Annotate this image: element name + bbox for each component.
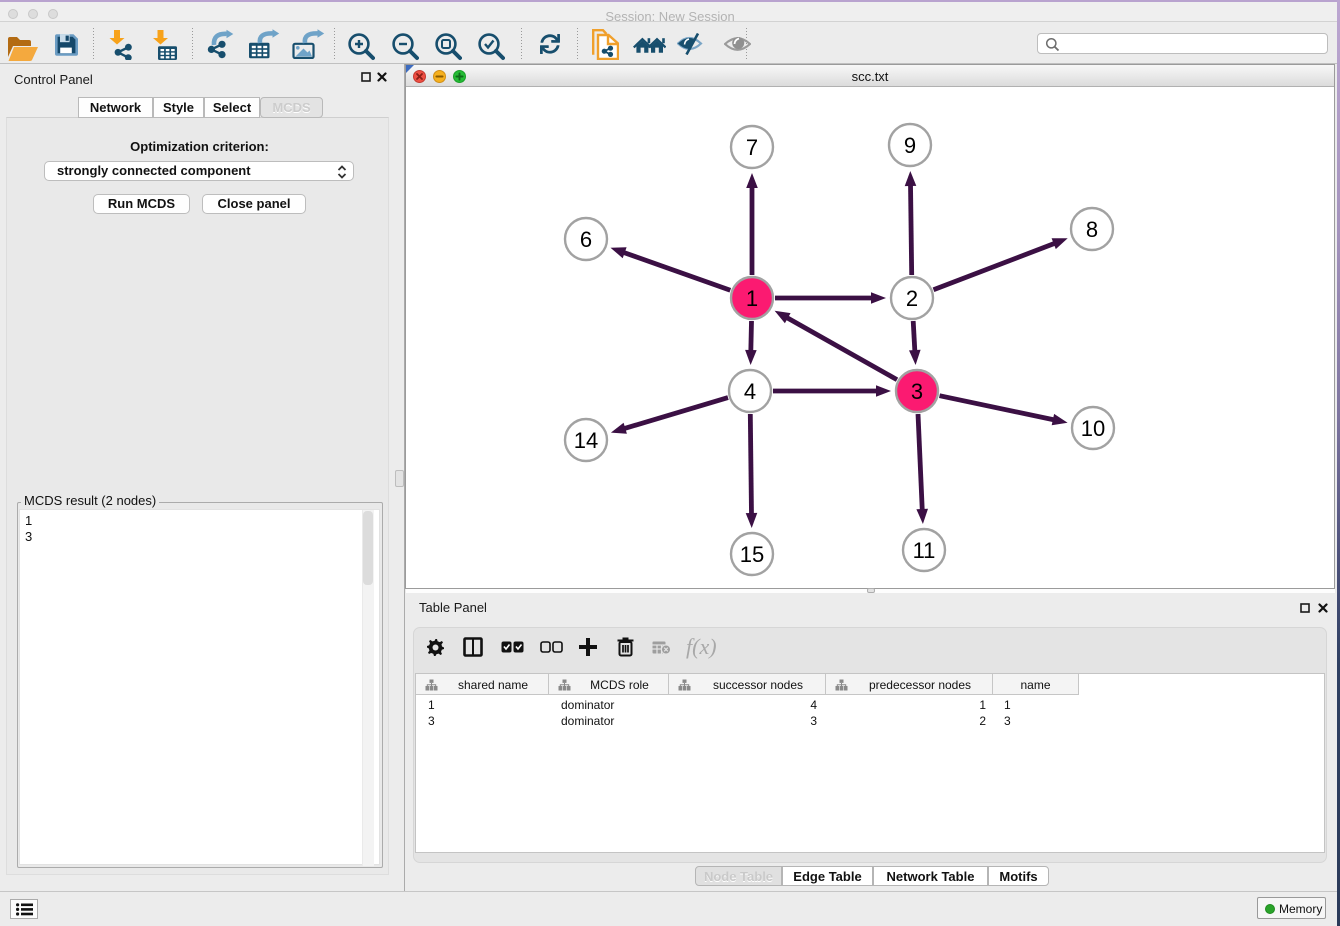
- svg-text:7: 7: [746, 135, 758, 160]
- svg-text:2: 2: [906, 286, 918, 311]
- svg-text:9: 9: [904, 133, 916, 158]
- svg-text:6: 6: [580, 227, 592, 252]
- svg-text:14: 14: [574, 428, 598, 453]
- svg-text:3: 3: [911, 379, 923, 404]
- svg-text:4: 4: [744, 379, 756, 404]
- svg-text:8: 8: [1086, 217, 1098, 242]
- svg-text:10: 10: [1081, 416, 1105, 441]
- svg-text:15: 15: [740, 542, 764, 567]
- svg-text:1: 1: [746, 286, 758, 311]
- svg-text:11: 11: [913, 538, 936, 563]
